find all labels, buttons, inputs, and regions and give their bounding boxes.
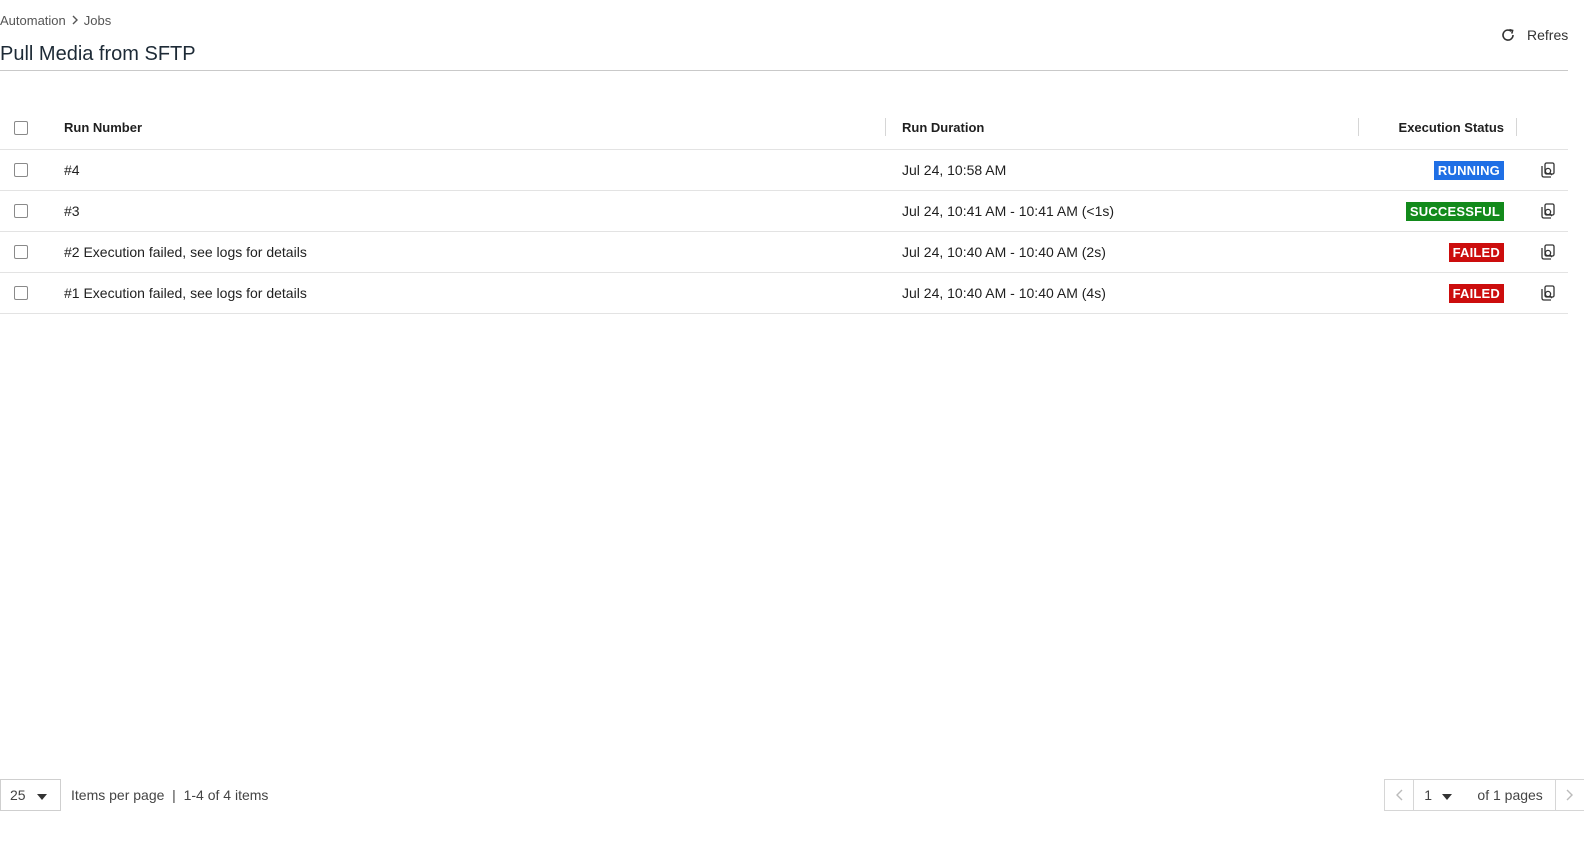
column-header-run-duration[interactable]: Run Duration bbox=[902, 106, 984, 149]
chevron-right-icon bbox=[1566, 789, 1574, 801]
column-resize-handle[interactable] bbox=[1516, 118, 1517, 136]
status-badge: SUCCESSFUL bbox=[1405, 201, 1504, 221]
caret-down-icon bbox=[1441, 787, 1452, 803]
header-divider bbox=[0, 70, 1568, 71]
run-number-cell: #1 Execution failed, see logs for detail… bbox=[64, 285, 307, 301]
column-header-execution-status[interactable]: Execution Status bbox=[1399, 106, 1504, 149]
page-size-select[interactable]: 25 bbox=[0, 779, 61, 811]
table-header: Run Number Run Duration Execution Status bbox=[0, 106, 1568, 150]
table-row[interactable]: #3 Jul 24, 10:41 AM - 10:41 AM (<1s) SUC… bbox=[0, 191, 1568, 232]
refresh-icon bbox=[1502, 28, 1514, 41]
table-row[interactable]: #1 Execution failed, see logs for detail… bbox=[0, 273, 1568, 314]
caret-down-icon bbox=[36, 787, 47, 803]
chevron-right-icon bbox=[66, 15, 84, 25]
previous-page-button[interactable] bbox=[1385, 780, 1415, 810]
status-badge: RUNNING bbox=[1433, 160, 1504, 180]
breadcrumb: Automation Jobs bbox=[0, 11, 111, 29]
row-checkbox[interactable] bbox=[14, 286, 28, 300]
row-checkbox[interactable] bbox=[14, 245, 28, 259]
total-pages-label: of 1 pages bbox=[1477, 787, 1543, 803]
select-all-checkbox[interactable] bbox=[14, 120, 28, 135]
items-per-page-label: Items per page | 1-4 of 4 items bbox=[71, 787, 269, 803]
page-title: Pull Media from SFTP bbox=[0, 43, 196, 65]
next-page-button[interactable] bbox=[1554, 780, 1584, 810]
refresh-button[interactable]: Refres bbox=[1500, 25, 1568, 45]
run-duration-cell: Jul 24, 10:41 AM - 10:41 AM (<1s) bbox=[902, 203, 1115, 219]
runs-table: Run Number Run Duration Execution Status… bbox=[0, 106, 1568, 314]
pagination-pages: 1 of 1 pages bbox=[1384, 779, 1584, 811]
view-logs-icon[interactable] bbox=[1539, 243, 1557, 261]
current-page-value: 1 bbox=[1424, 787, 1432, 803]
row-checkbox[interactable] bbox=[14, 163, 28, 177]
table-row[interactable]: #2 Execution failed, see logs for detail… bbox=[0, 232, 1568, 273]
table-row[interactable]: #4 Jul 24, 10:58 AM RUNNING bbox=[0, 150, 1568, 191]
run-duration-cell: Jul 24, 10:40 AM - 10:40 AM (4s) bbox=[902, 285, 1106, 301]
column-resize-handle[interactable] bbox=[885, 118, 886, 136]
items-range-label: 1-4 of 4 items bbox=[183, 787, 269, 803]
view-logs-icon[interactable] bbox=[1539, 161, 1557, 179]
chevron-left-icon bbox=[1395, 789, 1403, 801]
page-select[interactable]: 1 bbox=[1414, 787, 1467, 803]
view-logs-icon[interactable] bbox=[1539, 284, 1557, 302]
column-resize-handle[interactable] bbox=[1358, 118, 1359, 136]
breadcrumb-item-automation[interactable]: Automation bbox=[0, 13, 66, 28]
page-size-value: 25 bbox=[10, 787, 26, 803]
run-number-cell: #2 Execution failed, see logs for detail… bbox=[64, 244, 307, 260]
run-duration-cell: Jul 24, 10:58 AM bbox=[902, 162, 1007, 178]
status-badge: FAILED bbox=[1448, 283, 1504, 303]
run-number-cell: #4 bbox=[64, 162, 80, 178]
pagination-size: 25 Items per page | 1-4 of 4 items bbox=[0, 779, 268, 811]
view-logs-icon[interactable] bbox=[1539, 202, 1557, 220]
breadcrumb-item-jobs: Jobs bbox=[83, 12, 112, 28]
column-header-run-number[interactable]: Run Number bbox=[64, 106, 142, 149]
refresh-label: Refres bbox=[1527, 27, 1569, 43]
run-number-cell: #3 bbox=[64, 203, 80, 219]
status-badge: FAILED bbox=[1448, 242, 1504, 262]
run-duration-cell: Jul 24, 10:40 AM - 10:40 AM (2s) bbox=[902, 244, 1106, 260]
row-checkbox[interactable] bbox=[14, 204, 28, 218]
